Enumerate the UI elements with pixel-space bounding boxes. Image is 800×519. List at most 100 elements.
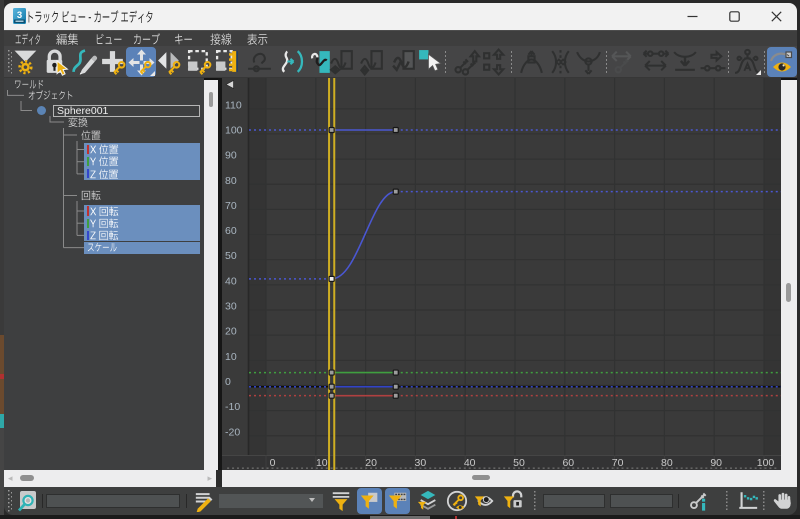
move-keys-button[interactable]	[126, 47, 156, 77]
tree-vscroll-thumb[interactable]	[208, 92, 213, 107]
tree-horizontal-scrollbar[interactable]: ◂ ▸	[4, 470, 216, 487]
menu-編集[interactable]	[56, 32, 79, 46]
tree-item-位置[interactable]	[81, 129, 101, 142]
menu-ビュー[interactable]	[95, 32, 122, 46]
time-label: 0	[270, 457, 276, 469]
tree-item-回転[interactable]	[81, 189, 101, 202]
scroll-left-arrow-icon[interactable]: ◂	[8, 474, 13, 483]
tree-item-Z 位置[interactable]	[90, 167, 119, 180]
tree-item-Y 位置[interactable]	[90, 155, 119, 168]
ruler-tick	[562, 467, 565, 469]
align-keys-button[interactable]	[699, 48, 727, 76]
key[interactable]	[392, 392, 399, 399]
commit-changes-button[interactable]	[391, 48, 419, 76]
ruler-tick	[616, 467, 619, 469]
close-button[interactable]	[755, 3, 797, 30]
flip-tangent-button[interactable]	[547, 48, 575, 76]
maximize-button[interactable]	[713, 3, 755, 30]
menu-カーブ[interactable]	[133, 32, 160, 46]
tree-item-スケール[interactable]	[87, 241, 117, 254]
scale-selected-keys-button[interactable]	[359, 48, 387, 76]
offset-keys-button[interactable]	[453, 48, 481, 76]
lock-tangents-button[interactable]	[500, 489, 525, 513]
tree-hscroll-thumb[interactable]	[20, 475, 34, 481]
edit-track-set-button[interactable]	[193, 489, 216, 513]
value-label: 70	[225, 200, 237, 212]
ruler-tick	[429, 467, 432, 469]
key[interactable]	[392, 188, 399, 195]
filter-animated-tracks-button[interactable]	[385, 488, 410, 514]
graph-horizontal-scrollbar[interactable]	[222, 470, 797, 487]
tree-item-変換[interactable]	[68, 116, 88, 129]
draft-mode-button[interactable]	[735, 489, 761, 513]
select-tool-button[interactable]	[416, 48, 444, 76]
isolate-curve-button[interactable]	[767, 47, 797, 77]
scale-keys-button[interactable]	[186, 48, 214, 76]
key[interactable]	[328, 392, 335, 399]
spline-layers-button[interactable]	[416, 489, 440, 513]
lock-selection-button[interactable]	[41, 48, 69, 76]
time-cursor-line[interactable]	[333, 78, 336, 470]
graph-vertical-scrollbar[interactable]	[781, 78, 797, 470]
add-keys-button[interactable]	[99, 48, 127, 76]
ruler-tick	[227, 467, 230, 469]
ruler-tick	[542, 467, 545, 469]
retime-keys-button[interactable]	[610, 48, 638, 76]
tree-item-Z 回転[interactable]	[90, 229, 119, 242]
show-keyable-icons-button[interactable]	[444, 489, 469, 513]
key[interactable]	[328, 369, 335, 376]
key-time-field[interactable]	[543, 494, 605, 508]
slide-keys-button[interactable]	[156, 48, 184, 76]
key[interactable]	[328, 383, 335, 390]
3ds-max-logo-icon: 3	[13, 8, 26, 24]
menu-エディタ[interactable]	[15, 32, 41, 46]
space-keys-button[interactable]	[642, 48, 670, 76]
bottombar-grip[interactable]	[8, 490, 12, 512]
key-value-field[interactable]	[610, 494, 673, 508]
show-selected-key-stats-button[interactable]	[329, 48, 357, 76]
tree-item-X 位置[interactable]	[90, 143, 119, 156]
tree-item-オブジェクト[interactable]	[28, 89, 73, 102]
scroll-right-arrow-icon[interactable]: ▸	[207, 474, 212, 483]
tree-item-X 回転[interactable]	[90, 205, 119, 218]
curve-graph-area[interactable]: 110 100 90 80 70 60 50 40 30 20 10 0 -10 -20 0 10 20 30 40…	[222, 78, 781, 470]
key[interactable]	[392, 126, 399, 134]
filter-selected-tracks-button[interactable]	[329, 489, 352, 513]
time-cursor-line[interactable]	[328, 78, 331, 470]
menu-表示[interactable]	[247, 32, 268, 46]
simplify-curve-button[interactable]	[278, 48, 306, 76]
menu-キー[interactable]	[174, 32, 193, 46]
graph-vscroll-thumb[interactable]	[786, 283, 791, 302]
tree-item-Y 回転[interactable]	[90, 217, 119, 230]
ruler-tick	[478, 467, 481, 469]
filter-animated-tracks-icon	[387, 490, 409, 512]
toolbar-grip[interactable]	[8, 50, 12, 74]
key[interactable]	[328, 126, 335, 134]
show-frozen-keys-button[interactable]	[472, 489, 496, 513]
ruler-tick	[256, 467, 259, 469]
ease-tangent-button[interactable]	[518, 48, 546, 76]
key[interactable]	[392, 383, 399, 390]
randomize-keys-button[interactable]	[481, 48, 509, 76]
key-selected[interactable]	[328, 275, 335, 282]
slow-tangent-button[interactable]	[575, 48, 603, 76]
ruler-tick	[720, 467, 723, 469]
tree-vertical-scrollbar[interactable]	[204, 78, 218, 470]
key[interactable]	[392, 369, 399, 376]
navigation-toolbar	[4, 487, 797, 515]
graph-hscroll-thumb[interactable]	[472, 475, 490, 480]
minimize-button[interactable]	[671, 3, 713, 30]
key-stats-button[interactable]	[686, 489, 712, 513]
randomize-keys-icon	[481, 48, 509, 76]
filter-keys-button[interactable]	[13, 48, 41, 76]
retime-tool-button[interactable]	[246, 48, 274, 76]
filter-selected-keys-button[interactable]	[357, 488, 382, 514]
draw-curves-button[interactable]	[71, 48, 99, 76]
pan-button[interactable]	[771, 489, 795, 513]
track-set-dropdown[interactable]	[219, 494, 323, 508]
scale-values-button[interactable]	[214, 48, 242, 76]
flatten-keys-button[interactable]	[671, 48, 699, 76]
soft-selection-button[interactable]	[734, 48, 762, 76]
menu-接線[interactable]	[210, 32, 232, 46]
track-name-field[interactable]	[46, 494, 180, 508]
